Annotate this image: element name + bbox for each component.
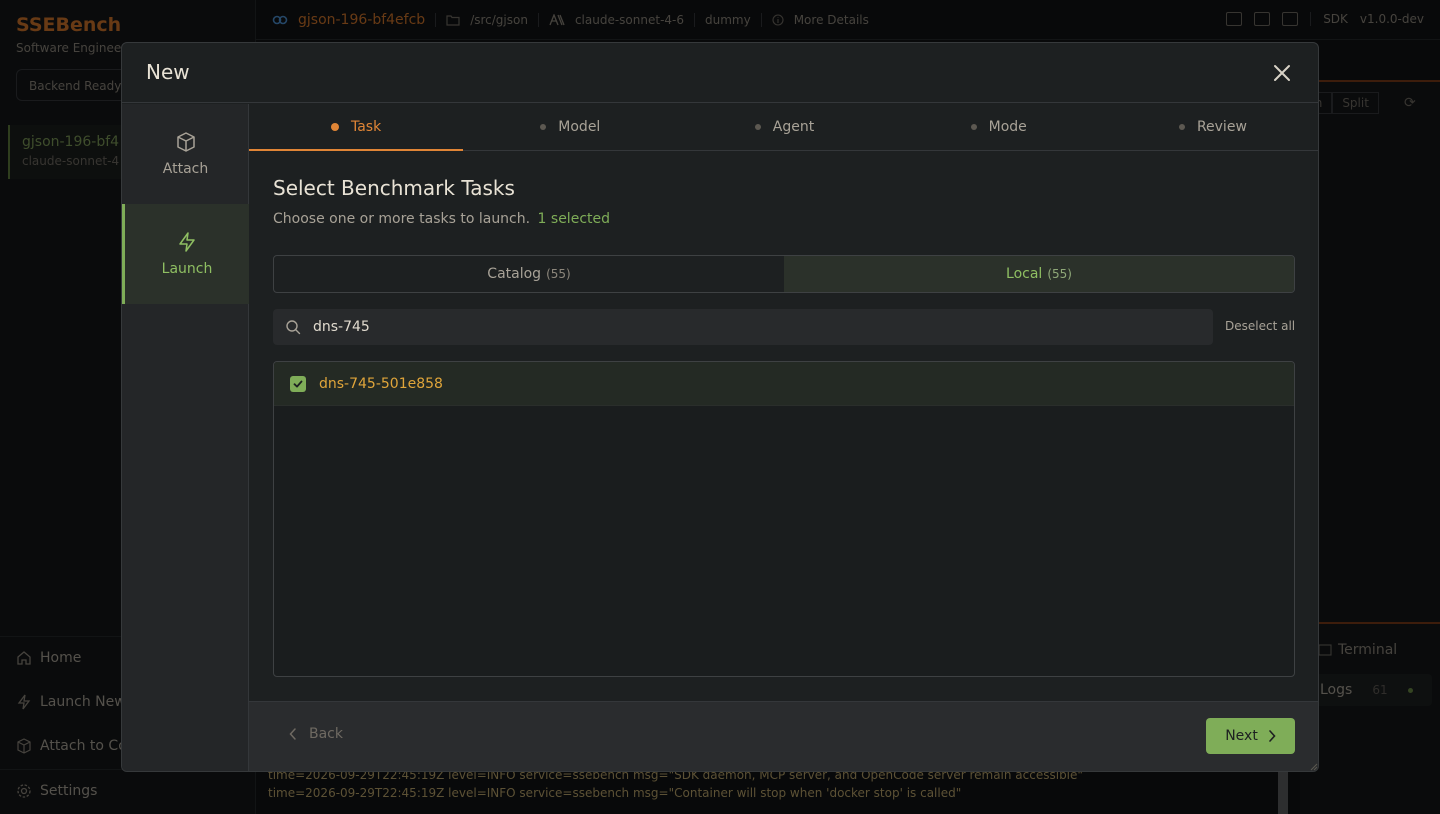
tab-local[interactable]: Local (55) xyxy=(784,256,1294,292)
cube-icon xyxy=(176,132,195,152)
section-subtitle: Choose one or more tasks to launch. 1 se… xyxy=(273,211,610,227)
step-dot xyxy=(540,124,547,130)
side-item-attach-label: Attach xyxy=(162,161,209,177)
side-item-launch[interactable]: Launch xyxy=(122,204,249,304)
tab-catalog-count: (55) xyxy=(546,267,571,281)
tab-catalog-label: Catalog xyxy=(487,266,542,282)
step-label: Agent xyxy=(772,119,815,135)
step-task[interactable]: Task xyxy=(249,104,464,151)
step-label: Task xyxy=(350,119,382,135)
task-name: dns-745-501e858 xyxy=(319,375,443,392)
task-list: dns-745-501e858 xyxy=(273,361,1295,677)
task-checkbox[interactable] xyxy=(290,375,306,392)
task-row[interactable]: dns-745-501e858 xyxy=(274,362,1294,406)
side-item-attach[interactable]: Attach xyxy=(122,104,249,204)
step-agent[interactable]: Agent xyxy=(677,104,891,150)
back-button[interactable]: Back xyxy=(289,726,343,742)
step-review[interactable]: Review xyxy=(1106,104,1318,150)
chevron-left-icon xyxy=(289,728,296,740)
resize-grip-icon[interactable] xyxy=(1308,761,1318,771)
tab-catalog[interactable]: Catalog (55) xyxy=(274,256,784,292)
modal-title: New xyxy=(146,60,190,84)
step-label: Review xyxy=(1196,119,1247,135)
search-input[interactable] xyxy=(313,319,1173,335)
deselect-all-button[interactable]: Deselect all xyxy=(1225,319,1295,333)
step-dot xyxy=(970,124,977,130)
side-item-launch-label: Launch xyxy=(161,261,213,277)
tab-local-label: Local xyxy=(1006,266,1043,282)
back-button-label: Back xyxy=(309,726,343,742)
tab-local-count: (55) xyxy=(1047,267,1072,281)
step-dot xyxy=(754,124,761,130)
step-model[interactable]: Model xyxy=(463,104,677,150)
step-dot xyxy=(330,123,339,131)
step-mode[interactable]: Mode xyxy=(892,104,1106,150)
step-label: Model xyxy=(558,119,601,135)
source-tabs: Catalog (55) Local (55) xyxy=(273,255,1295,293)
modal-header: New xyxy=(122,43,1318,103)
next-button-label: Next xyxy=(1225,728,1258,744)
step-label: Mode xyxy=(988,119,1027,135)
selected-count: 1 selected xyxy=(537,211,611,227)
close-icon[interactable] xyxy=(1270,61,1294,85)
lightning-icon xyxy=(179,232,195,252)
next-button[interactable]: Next xyxy=(1206,718,1295,754)
search-box xyxy=(273,309,1213,345)
new-session-modal: New Attach Launch Task Model Agent Mode xyxy=(121,42,1319,772)
search-icon xyxy=(286,320,301,335)
modal-footer: Back Next xyxy=(249,701,1318,771)
step-dot xyxy=(1178,124,1185,130)
check-icon xyxy=(293,380,303,387)
section-title: Select Benchmark Tasks xyxy=(273,176,515,200)
chevron-right-icon xyxy=(1269,730,1276,742)
wizard-stepper: Task Model Agent Mode Review xyxy=(249,104,1318,151)
section-subtitle-text: Choose one or more tasks to launch. xyxy=(273,211,531,227)
modal-side-nav: Attach Launch xyxy=(122,104,249,771)
